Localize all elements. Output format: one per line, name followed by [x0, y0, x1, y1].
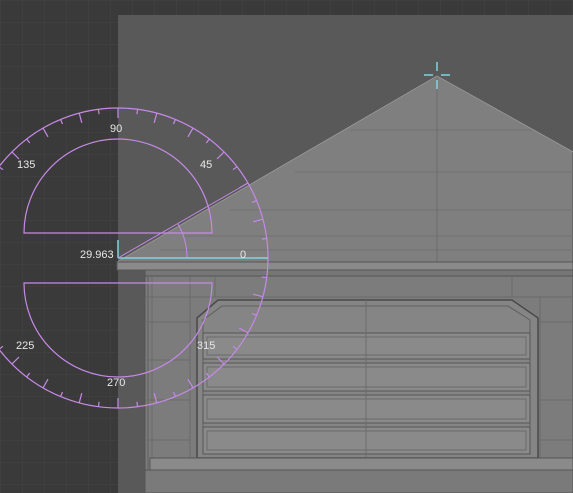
roof-fascia[interactable]	[116, 261, 573, 277]
protractor-tick	[97, 401, 100, 407]
protractor-tick	[97, 109, 100, 115]
protractor-tick	[136, 401, 139, 407]
wall-base-trim	[144, 457, 573, 493]
3d-viewport[interactable]: 90 135 45 0 225 270 315 29.963	[0, 0, 573, 493]
garage-door[interactable]	[196, 299, 539, 459]
protractor-tick	[261, 276, 267, 279]
protractor-tick	[136, 109, 139, 115]
viewport-canvas[interactable]	[0, 0, 573, 493]
protractor-tick	[261, 237, 267, 240]
